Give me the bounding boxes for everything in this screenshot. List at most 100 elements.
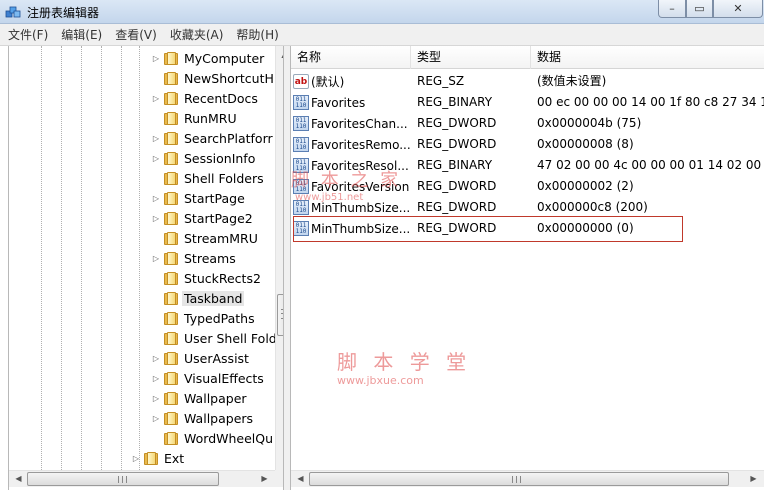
list-horizontal-scrollbar[interactable]: ◀ ▶ — [291, 470, 764, 487]
expand-arrow-icon[interactable]: ▷ — [151, 154, 161, 163]
value-name-cell: 011 110 FavoritesRemo... — [293, 134, 411, 155]
tree-node[interactable]: ▷ SessionInfo — [151, 148, 255, 168]
tree-node[interactable]: ▷ Wallpaper — [151, 388, 247, 408]
expand-arrow-icon[interactable]: ▷ — [151, 134, 161, 143]
menu-favorites[interactable]: 收藏夹(A) — [165, 25, 229, 45]
scroll-right-arrow-icon[interactable]: ▶ — [746, 472, 761, 486]
folder-icon — [164, 411, 178, 425]
tree-node-label: MyComputer — [184, 50, 265, 66]
tree-node[interactable]: ▷ MyComputer — [151, 48, 264, 68]
tree-hscroll-thumb[interactable] — [27, 472, 219, 486]
folder-icon — [164, 271, 178, 285]
binary-value-icon: 011 110 — [293, 95, 309, 110]
scroll-left-arrow-icon[interactable]: ◀ — [11, 472, 26, 486]
tree-node[interactable]: StuckRects2 — [151, 268, 261, 288]
value-row[interactable]: 011 110 Favorites REG_BINARY 00 ec 00 00 00 … — [291, 92, 764, 113]
tree-scroll-thumb[interactable] — [277, 294, 283, 336]
folder-icon — [164, 111, 178, 125]
expand-arrow-icon[interactable]: ▷ — [151, 394, 161, 403]
folder-icon — [164, 51, 178, 65]
tree-node[interactable]: Taskband — [151, 288, 245, 308]
tree-node[interactable]: ▷ Wallpapers — [151, 408, 253, 428]
scroll-left-arrow-icon[interactable]: ◀ — [293, 472, 308, 486]
tree-node[interactable]: ▷ VisualEffects — [151, 368, 264, 388]
tree-guide-line — [61, 46, 62, 470]
tree-node[interactable]: ▷ StartPage — [151, 188, 245, 208]
tree-node[interactable]: StreamMRU — [151, 228, 258, 248]
tree-node-label: StreamMRU — [184, 230, 258, 246]
column-header-data[interactable]: 数据 — [531, 46, 764, 69]
registry-editor-icon — [5, 6, 21, 18]
column-header-name[interactable]: 名称 — [291, 46, 411, 69]
tree-node[interactable]: ▷ RecentDocs — [151, 88, 258, 108]
value-name-cell: 011 110 Favorites — [293, 92, 365, 113]
tree-node[interactable]: ▷ StartPage2 — [151, 208, 253, 228]
watermark-url: www.jbxue.com — [337, 374, 424, 387]
registry-tree-pane[interactable]: ▷ MyComputer NewShortcutH ▷ RecentDocs RunMRU… — [8, 46, 284, 490]
tree-node-label: Streams — [184, 250, 236, 266]
string-value-icon: ab — [293, 74, 309, 89]
value-data: 0x0000004b (75) — [537, 116, 642, 130]
tree-node[interactable]: ▷ Ext — [131, 448, 184, 468]
tree-node-label: User Shell Fold — [184, 330, 277, 346]
tree-node-label: Ext — [164, 450, 185, 466]
folder-icon — [164, 131, 178, 145]
expand-arrow-icon[interactable]: ▷ — [151, 194, 161, 203]
value-type: REG_DWORD — [417, 137, 497, 151]
menu-view[interactable]: 查看(V) — [110, 25, 162, 45]
folder-icon — [164, 311, 178, 325]
tree-guide-line — [81, 46, 82, 470]
registry-values-pane[interactable]: 名称 类型 数据 ab (默认) REG_SZ (数值未设置) 011 110 Favori… — [290, 46, 764, 490]
tree-node[interactable]: ▷ Streams — [151, 248, 236, 268]
scroll-right-arrow-icon[interactable]: ▶ — [257, 472, 272, 486]
menu-edit[interactable]: 编辑(E) — [56, 25, 107, 45]
grip-icon — [512, 476, 521, 483]
close-button[interactable]: ✕ — [713, 0, 763, 18]
value-type: REG_DWORD — [417, 116, 497, 130]
expand-arrow-icon[interactable]: ▷ — [151, 214, 161, 223]
folder-icon — [164, 251, 178, 265]
expand-arrow-icon[interactable]: ▷ — [151, 254, 161, 263]
folder-icon — [164, 71, 178, 85]
tree-node-label: Wallpapers — [184, 410, 254, 426]
tree-node[interactable]: TypedPaths — [151, 308, 255, 328]
value-name-cell: ab (默认) — [293, 71, 344, 92]
menu-help[interactable]: 帮助(H) — [231, 25, 283, 45]
value-row[interactable]: 011 110 FavoritesRemo... REG_DWORD 0x0000000… — [291, 134, 764, 155]
expand-arrow-icon[interactable]: ▷ — [151, 374, 161, 383]
scroll-up-arrow-icon[interactable]: ▲ — [277, 48, 283, 62]
value-row[interactable]: ab (默认) REG_SZ (数值未设置) — [291, 71, 764, 92]
tree-vertical-scrollbar[interactable]: ▲ — [275, 46, 283, 470]
expand-arrow-icon[interactable]: ▷ — [151, 94, 161, 103]
tree-node-label: RecentDocs — [184, 90, 258, 106]
expand-arrow-icon[interactable]: ▷ — [151, 354, 161, 363]
value-data: 0x00000002 (2) — [537, 179, 634, 193]
folder-icon — [164, 91, 178, 105]
value-name: (默认) — [311, 75, 345, 89]
menu-file[interactable]: 文件(F) — [3, 25, 53, 45]
tree-node[interactable]: User Shell Fold — [151, 328, 277, 348]
minimize-button[interactable]: – — [658, 0, 686, 18]
maximize-button[interactable]: ▭ — [686, 0, 713, 18]
value-name: FavoritesChan... — [311, 116, 408, 131]
tree-horizontal-scrollbar[interactable]: ◀ ▶ — [9, 470, 275, 487]
tree-node-label: RunMRU — [184, 110, 237, 126]
tree-node-label: Shell Folders — [184, 170, 264, 186]
list-hscroll-thumb[interactable] — [309, 472, 729, 486]
tree-node[interactable]: RunMRU — [151, 108, 237, 128]
tree-node-label: StartPage — [184, 190, 245, 206]
value-row[interactable]: 011 110 FavoritesChan... REG_DWORD 0x0000004… — [291, 113, 764, 134]
expand-arrow-icon[interactable]: ▷ — [151, 54, 161, 63]
tree-node[interactable]: ▷ SearchPlatforr — [151, 128, 273, 148]
tree-node[interactable]: ▷ UserAssist — [151, 348, 249, 368]
tree-node[interactable]: NewShortcutH — [151, 68, 274, 88]
value-data: 47 02 00 00 4c 00 00 00 01 14 02 00 0 — [537, 158, 764, 172]
tree-node[interactable]: Shell Folders — [151, 168, 264, 188]
expand-arrow-icon[interactable]: ▷ — [131, 454, 141, 463]
title-bar: 注册表编辑器 – ▭ ✕ — [0, 0, 764, 24]
tree-node[interactable]: WordWheelQu — [151, 428, 273, 448]
tree-node-label: Wallpaper — [184, 390, 247, 406]
expand-arrow-icon[interactable]: ▷ — [151, 414, 161, 423]
column-header-type[interactable]: 类型 — [411, 46, 531, 69]
tree-node-label: NewShortcutH — [184, 70, 274, 86]
